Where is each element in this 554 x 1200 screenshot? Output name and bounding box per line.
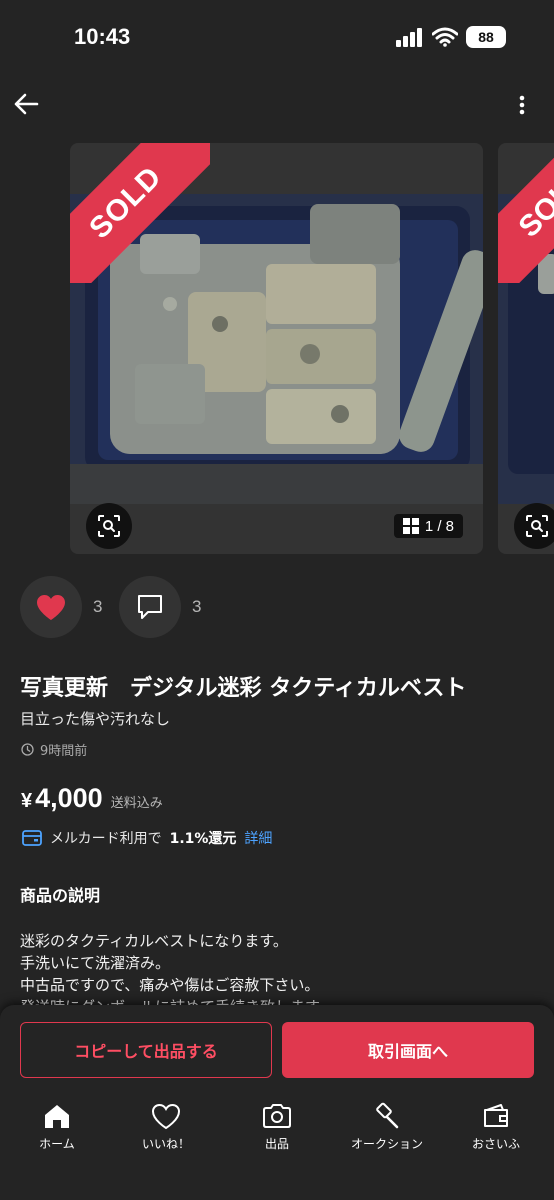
wallet-icon [484, 1104, 508, 1127]
description-line: 中古品ですので、痛みや傷はご容赦下さい。 [20, 976, 320, 994]
tab-likes-label: いいね！ [141, 1137, 190, 1151]
image-card-next[interactable]: SOLD [498, 143, 554, 554]
merucard-details-link[interactable]: 詳細 [244, 828, 272, 848]
status-bar: 10:43 88 [0, 0, 554, 76]
zoom-scan-icon [98, 515, 120, 537]
sold-ribbon: SOLD [70, 143, 210, 283]
image-counter-text: 1 / 8 [424, 517, 454, 535]
trade-screen-button[interactable]: 取引画面へ [282, 1022, 534, 1078]
comment-count: 3 [192, 597, 202, 616]
status-icons: 88 [396, 26, 506, 48]
tab-wallet-label: おさいふ [471, 1137, 520, 1151]
tab-likes[interactable]: いいね！ [111, 1101, 221, 1157]
battery-indicator: 88 [466, 26, 506, 48]
gavel-icon [376, 1102, 399, 1129]
heart-filled-icon [37, 594, 65, 620]
back-button[interactable] [10, 88, 42, 120]
more-options-button[interactable] [514, 92, 530, 118]
price: 4,000 [35, 783, 103, 813]
heart-icon [151, 1103, 181, 1129]
tab-sell-label: 出品 [264, 1137, 289, 1151]
copy-listing-button[interactable]: コピーして出品する [20, 1022, 272, 1078]
tab-home[interactable]: ホーム [2, 1101, 112, 1157]
description-heading: 商品の説明 [20, 886, 101, 905]
merucard-row: メルカード利用で 1.1%還元 詳細 [22, 828, 272, 848]
price-row: ¥ 4,000 送料込み [21, 783, 163, 814]
merucard-rate: 1.1%還元 [169, 831, 237, 847]
image-card[interactable]: SOLD 1 / 8 [70, 143, 483, 554]
grid-icon [402, 518, 419, 534]
currency-symbol: ¥ [21, 790, 33, 812]
comment-button[interactable] [119, 576, 181, 638]
bottom-action-panel: コピーして出品する 取引画面へ [0, 1005, 554, 1093]
sold-label: SOLD [70, 143, 210, 283]
posted-time-text: 9時間前 [40, 744, 88, 759]
item-title: 写真更新 デジタル迷彩 タクティカルベスト [20, 676, 467, 701]
card-icon [22, 830, 42, 846]
image-carousel[interactable]: SOLD 1 / 8 SOLD [0, 143, 554, 555]
tab-bar: ホーム いいね！ 出品 オークション おさいふ [0, 1093, 554, 1200]
arrow-left-icon [14, 93, 39, 115]
tab-home-label: ホーム [39, 1137, 75, 1151]
tab-auction[interactable]: オークション [332, 1101, 442, 1157]
zoom-button-next[interactable] [514, 503, 554, 549]
signal-icon [396, 28, 422, 47]
tab-sell[interactable]: 出品 [222, 1101, 332, 1157]
sold-label-next: SOLD [498, 143, 554, 283]
merucard-prefix: メルカード利用で [50, 831, 162, 847]
tab-wallet[interactable]: おさいふ [441, 1101, 551, 1157]
tab-auction-label: オークション [350, 1137, 423, 1151]
item-condition: 目立った傷や汚れなし [20, 710, 171, 728]
like-count: 3 [93, 597, 103, 616]
status-time: 10:43 [74, 24, 131, 49]
description-line: 手洗いにて洗濯済み。 [20, 954, 171, 972]
like-button[interactable] [20, 576, 82, 638]
zoom-button[interactable] [86, 503, 132, 549]
camera-icon [263, 1104, 291, 1128]
image-counter[interactable]: 1 / 8 [393, 514, 463, 538]
description-line: 迷彩のタクティカルベストになります。 [20, 932, 288, 950]
shipping-label: 送料込み [110, 796, 163, 811]
wifi-icon [432, 27, 458, 47]
clock-icon [21, 743, 34, 756]
comment-icon [138, 595, 162, 619]
zoom-scan-icon [526, 515, 548, 537]
posted-time: 9時間前 [21, 740, 87, 759]
more-vertical-icon [519, 95, 525, 115]
home-icon [45, 1105, 69, 1128]
sold-ribbon-next: SOLD [498, 143, 554, 283]
